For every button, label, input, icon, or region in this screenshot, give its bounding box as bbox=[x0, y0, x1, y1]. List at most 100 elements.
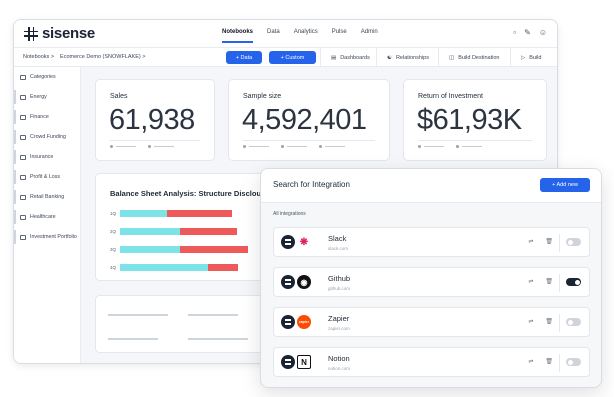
pen-icon[interactable]: ✎ bbox=[524, 28, 531, 37]
integration-name: Github bbox=[328, 274, 351, 283]
slack-icon: ❋ bbox=[297, 235, 311, 249]
integration-toggle[interactable] bbox=[566, 318, 581, 326]
divider bbox=[559, 354, 560, 372]
sidebar-item-investment-portfolio[interactable]: Investment Portfolio bbox=[14, 227, 81, 247]
placeholder-line bbox=[108, 338, 158, 340]
metric-value: $61,93K bbox=[417, 104, 522, 136]
bar-segment bbox=[120, 264, 208, 271]
trash-icon[interactable]: 🗑 bbox=[545, 358, 553, 365]
sidebar-header-categories[interactable]: Categories bbox=[14, 67, 81, 87]
divider bbox=[243, 140, 375, 141]
sidebar-item-retail-banking[interactable]: Retail Banking bbox=[14, 187, 81, 207]
integration-row-slack[interactable]: ❋ Slack slack.com ⇌ 🗑 bbox=[273, 227, 590, 257]
github-icon: ◉ bbox=[297, 275, 311, 289]
settings-icon[interactable]: ⇌ bbox=[528, 238, 533, 245]
bar-segment bbox=[167, 210, 232, 217]
metric-card-sales[interactable]: Sales 61,938 bbox=[95, 79, 215, 161]
integration-row-notion[interactable]: N Notion notion.com ⇌ 🗑 bbox=[273, 347, 590, 377]
notion-icon: N bbox=[297, 355, 311, 369]
bar-row: 2Q bbox=[110, 228, 237, 235]
dashboards-tool[interactable]: ▤ Dashboards bbox=[320, 48, 370, 67]
build-tool[interactable]: ▷ Build bbox=[510, 48, 541, 67]
bar-segment bbox=[120, 228, 180, 235]
trash-icon[interactable]: 🗑 bbox=[545, 278, 553, 285]
metric-label: Sample size bbox=[243, 93, 282, 100]
sidebar-item-finance[interactable]: Finance bbox=[14, 107, 81, 127]
settings-icon[interactable]: ⇌ bbox=[528, 278, 533, 285]
top-bar: sisense Notebooks Data Analytics Pulse A… bbox=[14, 20, 557, 48]
integration-domain: zapier.com bbox=[328, 326, 350, 331]
metric-value: 61,938 bbox=[109, 104, 195, 136]
divider bbox=[110, 140, 200, 141]
integration-toggle[interactable] bbox=[566, 358, 581, 366]
sub-toolbar: Notebooks > Ecomerce Demo (SNOWFLAKE) > … bbox=[14, 48, 557, 67]
settings-icon[interactable]: ⇌ bbox=[528, 318, 533, 325]
placeholder-line bbox=[188, 314, 238, 316]
breadcrumb: Notebooks > Ecomerce Demo (SNOWFLAKE) > bbox=[23, 54, 145, 60]
bar-category-label: 4Q bbox=[110, 265, 117, 270]
integration-row-zapier[interactable]: zapier Zapier zapier.com ⇌ 🗑 bbox=[273, 307, 590, 337]
integration-name: Slack bbox=[328, 234, 347, 243]
legend-placeholder bbox=[418, 145, 444, 148]
bar-segment bbox=[180, 246, 248, 253]
integration-toggle[interactable] bbox=[566, 278, 581, 286]
bar-segment bbox=[208, 264, 238, 271]
integration-name: Notion bbox=[328, 354, 350, 363]
divider bbox=[559, 274, 560, 292]
nav-data[interactable]: Data bbox=[267, 29, 280, 35]
folder-icon bbox=[20, 214, 26, 220]
bar-segment bbox=[120, 210, 167, 217]
bar-chart-icon: ▤ bbox=[331, 54, 337, 61]
brand-logo[interactable]: sisense bbox=[24, 25, 95, 42]
sidebar-item-healthcare[interactable]: Healthcare bbox=[14, 207, 81, 227]
build-destination-tool[interactable]: ◫ Build Destination bbox=[438, 48, 499, 67]
legend-placeholder bbox=[456, 145, 482, 148]
bar-row: 1Q bbox=[110, 210, 232, 217]
trash-icon[interactable]: 🗑 bbox=[545, 238, 553, 245]
metric-card-roi[interactable]: Return of Investment $61,93K bbox=[403, 79, 547, 161]
integration-name: Zapier bbox=[328, 314, 350, 323]
stage: sisense Notebooks Data Analytics Pulse A… bbox=[0, 0, 614, 397]
breadcrumb-current[interactable]: Ecomerce Demo (SNOWFLAKE) > bbox=[60, 54, 145, 60]
metric-label: Sales bbox=[110, 93, 128, 100]
integration-toggle[interactable] bbox=[566, 238, 581, 246]
divider bbox=[559, 234, 560, 252]
bar-segment bbox=[120, 246, 180, 253]
nav-admin[interactable]: Admin bbox=[361, 29, 378, 35]
integration-row-github[interactable]: ◉ Github github.com ⇌ 🗑 bbox=[273, 267, 590, 297]
placeholder-line bbox=[108, 314, 168, 316]
breadcrumb-root[interactable]: Notebooks > bbox=[23, 54, 54, 60]
legend-placeholder bbox=[148, 145, 174, 148]
folder-icon bbox=[20, 114, 26, 120]
legend-placeholder bbox=[110, 145, 136, 148]
metric-value: 4,592,401 bbox=[242, 104, 367, 136]
database-icon: ◫ bbox=[449, 54, 455, 61]
sidebar-item-insurance[interactable]: Insurance bbox=[14, 147, 81, 167]
legend-placeholder bbox=[243, 145, 269, 148]
trash-icon[interactable]: 🗑 bbox=[545, 318, 553, 325]
sidebar-item-profit-loss[interactable]: Profit & Loss bbox=[14, 167, 81, 187]
zapier-icon: zapier bbox=[297, 315, 311, 329]
divider bbox=[559, 314, 560, 332]
sidebar-item-energy[interactable]: Energy bbox=[14, 87, 81, 107]
folder-icon bbox=[20, 234, 26, 240]
sidebar-item-crowd-funding[interactable]: Crowd Funding bbox=[14, 127, 81, 147]
nav-analytics[interactable]: Analytics bbox=[294, 29, 318, 35]
add-data-button[interactable]: + Data bbox=[226, 51, 262, 64]
brand-name: sisense bbox=[42, 25, 95, 42]
sisense-icon bbox=[281, 235, 295, 249]
metric-card-sample-size[interactable]: Sample size 4,592,401 bbox=[228, 79, 390, 161]
chat-icon[interactable]: ▫ bbox=[513, 28, 516, 37]
relationships-tool[interactable]: ☯ Relationships bbox=[376, 48, 429, 67]
panel-header: Search for Integration + Add new bbox=[261, 169, 601, 203]
sidebar: Categories Energy Finance Crowd Funding … bbox=[14, 67, 81, 363]
add-custom-button[interactable]: + Custom bbox=[269, 51, 316, 64]
settings-icon[interactable]: ⇌ bbox=[528, 358, 533, 365]
metric-label: Return of Investment bbox=[418, 93, 483, 100]
add-new-button[interactable]: + Add new bbox=[540, 178, 590, 192]
sisense-icon bbox=[281, 315, 295, 329]
integration-panel: Search for Integration + Add new All int… bbox=[260, 168, 602, 388]
nav-notebooks[interactable]: Notebooks bbox=[222, 29, 254, 43]
nav-pulse[interactable]: Pulse bbox=[332, 29, 347, 35]
user-icon[interactable]: ☺ bbox=[539, 28, 547, 37]
